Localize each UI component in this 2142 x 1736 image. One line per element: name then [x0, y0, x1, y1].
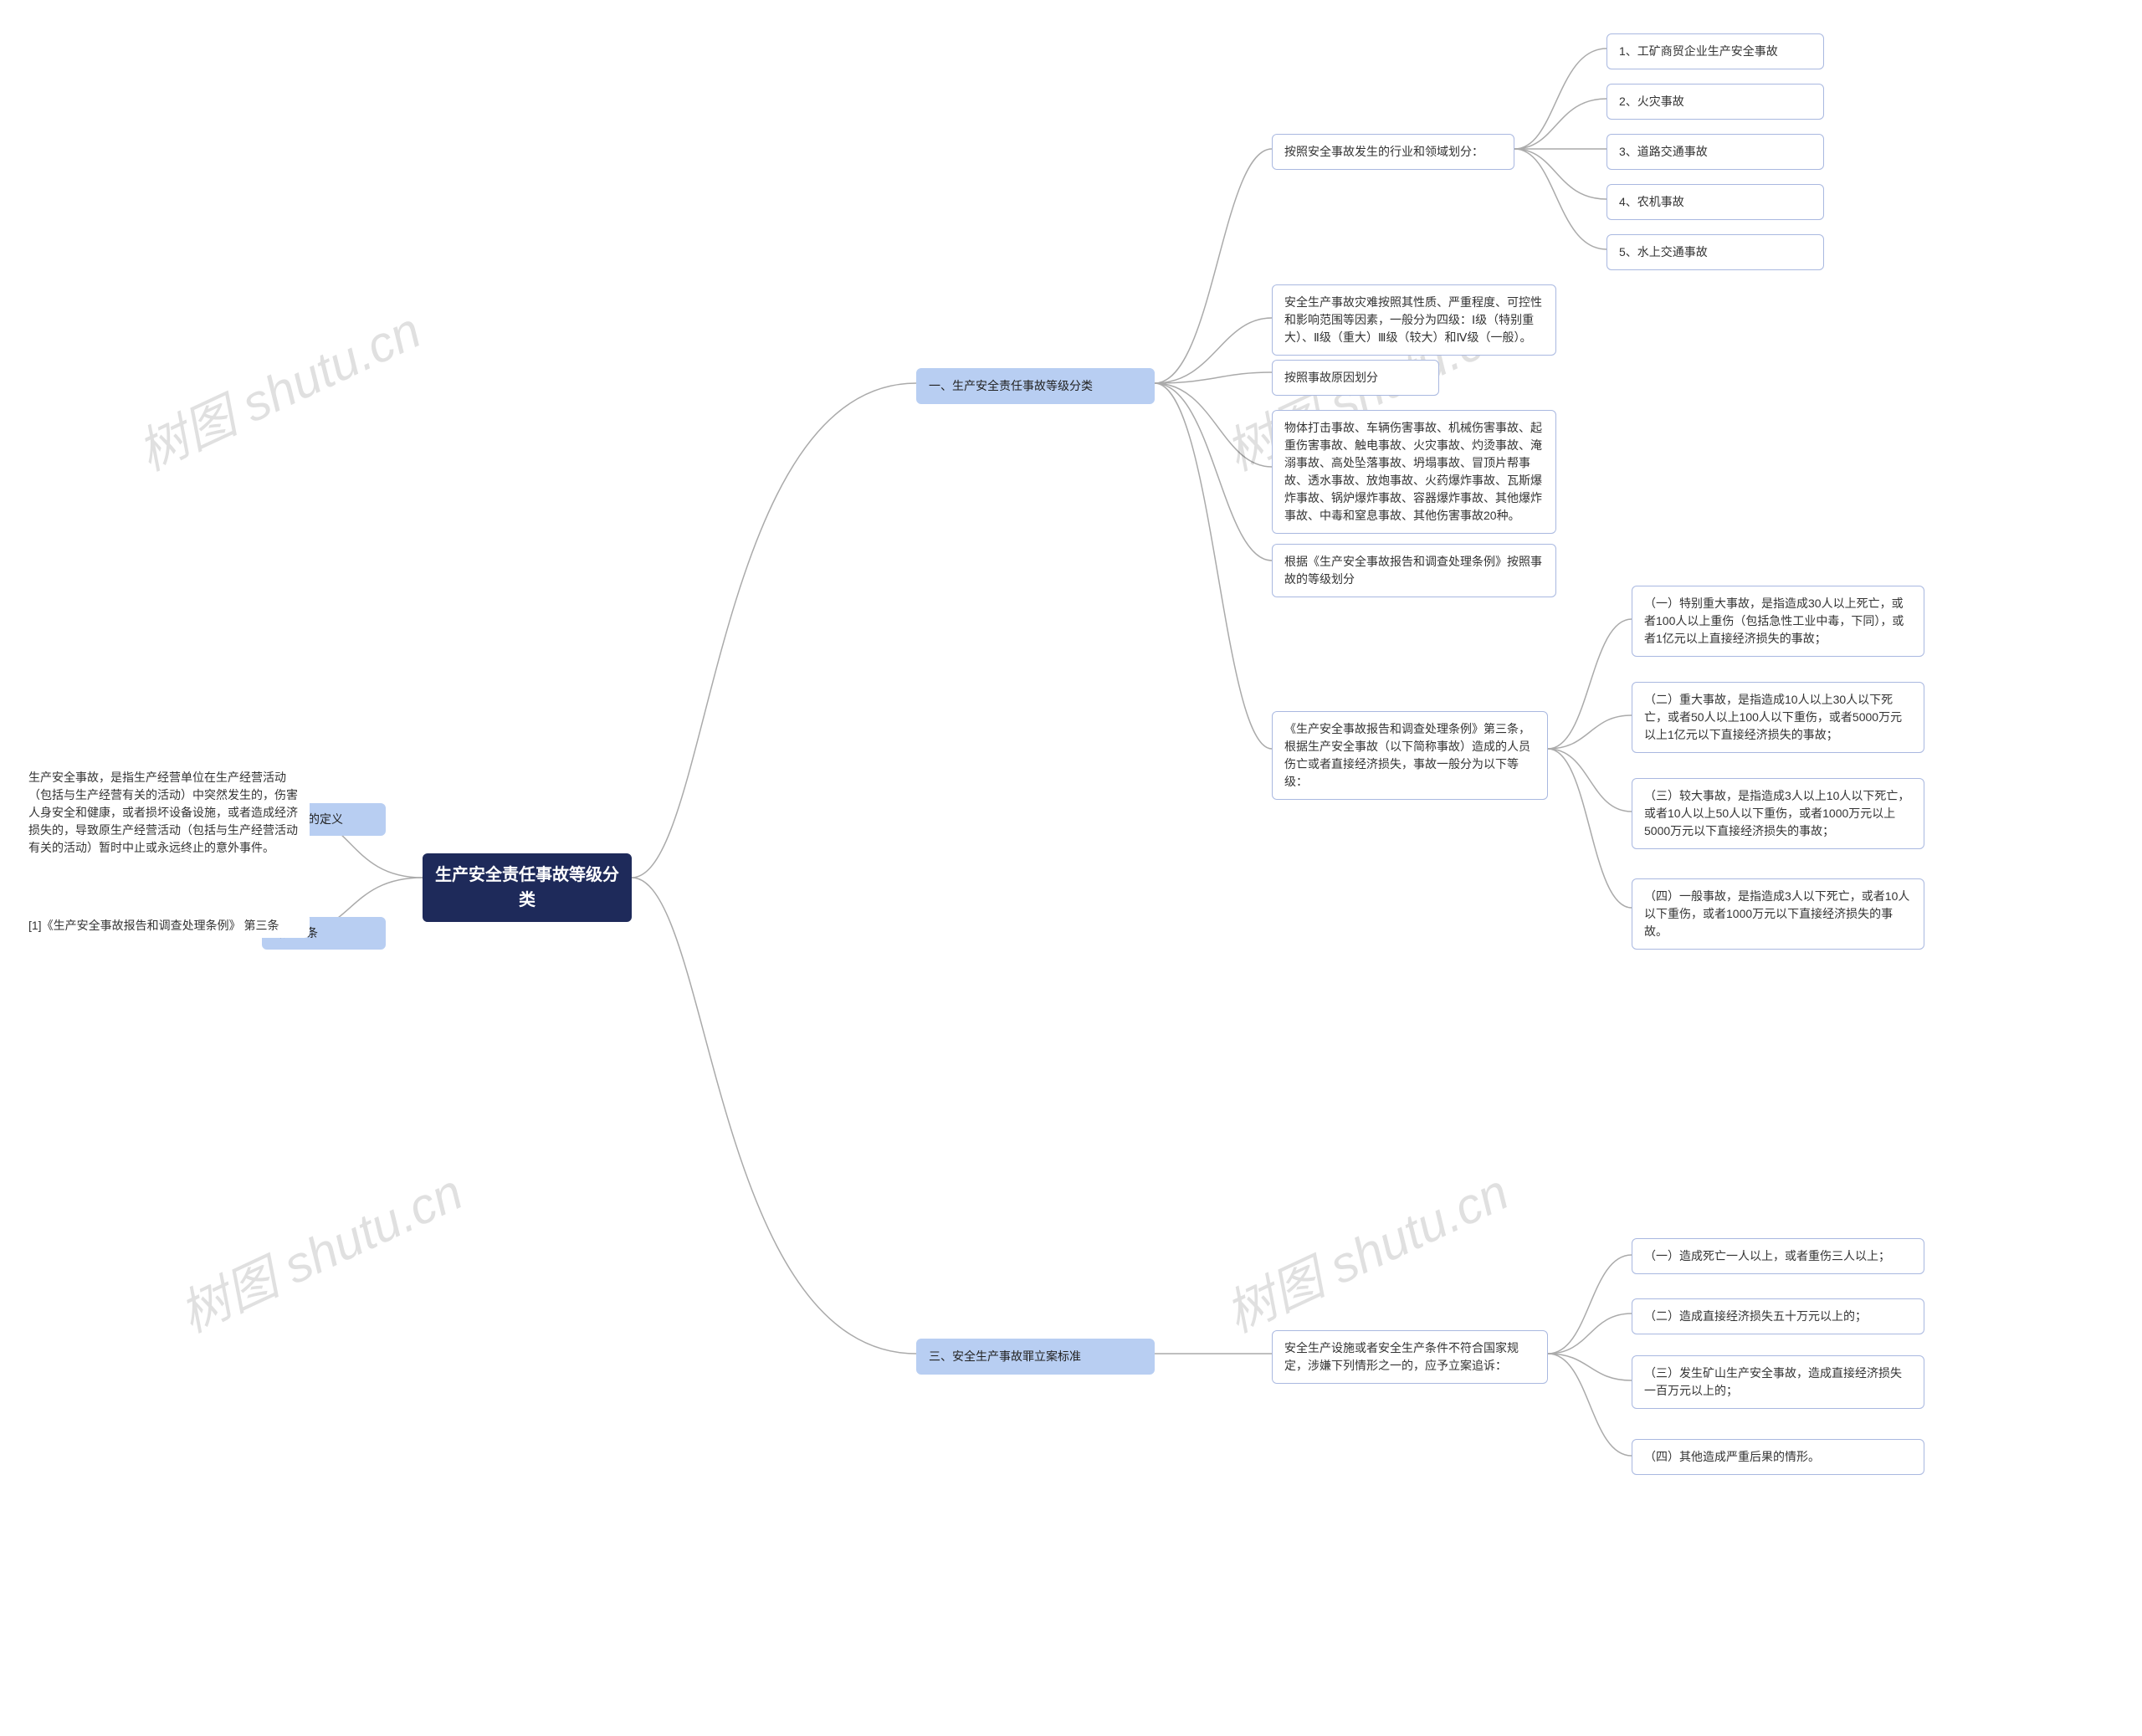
node-definition-text[interactable]: 生产安全事故，是指生产经营单位在生产经营活动（包括与生产经营有关的活动）中突然发…	[25, 766, 310, 860]
crime-item-2[interactable]: （二）造成直接经济损失五十万元以上的；	[1632, 1298, 1924, 1334]
node-crime-intro[interactable]: 安全生产设施或者安全生产条件不符合国家规定，涉嫌下列情形之一的，应予立案追诉：	[1272, 1330, 1548, 1384]
branch-crime-standard[interactable]: 三、安全生产事故罪立案标准	[916, 1339, 1155, 1375]
level-3[interactable]: （三）较大事故，是指造成3人以上10人以下死亡，或者10人以上50人以下重伤，或…	[1632, 778, 1924, 849]
node-by-level-reg[interactable]: 根据《生产安全事故报告和调查处理条例》按照事故的等级划分	[1272, 544, 1556, 597]
node-by-industry[interactable]: 按照安全事故发生的行业和领域划分：	[1272, 134, 1514, 170]
crime-item-1[interactable]: （一）造成死亡一人以上，或者重伤三人以上；	[1632, 1238, 1924, 1274]
watermark: 树图 shutu.cn	[125, 290, 431, 484]
node-citation-text[interactable]: [1]《生产安全事故报告和调查处理条例》 第三条	[25, 914, 310, 938]
node-four-levels[interactable]: 安全生产事故灾难按照其性质、严重程度、可控性和影响范围等因素，一般分为四级：Ⅰ级…	[1272, 284, 1556, 356]
node-by-cause[interactable]: 按照事故原因划分	[1272, 360, 1439, 396]
watermark: 树图 shutu.cn	[1212, 1152, 1519, 1346]
industry-item-3[interactable]: 3、道路交通事故	[1606, 134, 1824, 170]
node-regulation-clause[interactable]: 《生产安全事故报告和调查处理条例》第三条，根据生产安全事故（以下简称事故）造成的…	[1272, 711, 1548, 800]
branch-classification[interactable]: 一、生产安全责任事故等级分类	[916, 368, 1155, 404]
watermark: 树图 shutu.cn	[167, 1152, 473, 1346]
crime-item-4[interactable]: （四）其他造成严重后果的情形。	[1632, 1439, 1924, 1475]
level-1[interactable]: （一）特别重大事故，是指造成30人以上死亡，或者100人以上重伤（包括急性工业中…	[1632, 586, 1924, 657]
level-4[interactable]: （四）一般事故，是指造成3人以下死亡，或者10人以下重伤，或者1000万元以下直…	[1632, 878, 1924, 950]
node-cause-types[interactable]: 物体打击事故、车辆伤害事故、机械伤害事故、起重伤害事故、触电事故、火灾事故、灼烫…	[1272, 410, 1556, 534]
crime-item-3[interactable]: （三）发生矿山生产安全事故，造成直接经济损失一百万元以上的；	[1632, 1355, 1924, 1409]
industry-item-4[interactable]: 4、农机事故	[1606, 184, 1824, 220]
industry-item-5[interactable]: 5、水上交通事故	[1606, 234, 1824, 270]
industry-item-1[interactable]: 1、工矿商贸企业生产安全事故	[1606, 33, 1824, 69]
level-2[interactable]: （二）重大事故，是指造成10人以上30人以下死亡，或者50人以上100人以下重伤…	[1632, 682, 1924, 753]
industry-item-2[interactable]: 2、火灾事故	[1606, 84, 1824, 120]
center-node[interactable]: 生产安全责任事故等级分类	[423, 853, 632, 922]
